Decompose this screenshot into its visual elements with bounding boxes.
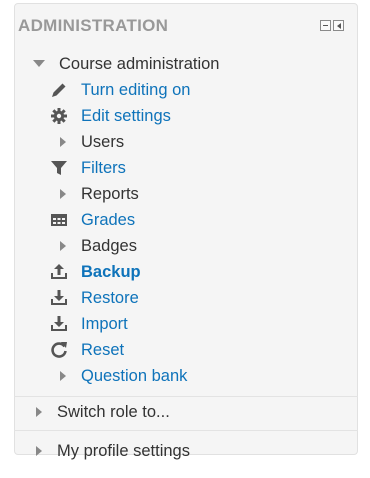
divider	[14, 430, 358, 431]
collapse-triangle-icon	[33, 60, 45, 67]
course-administration-node[interactable]: Course administration	[0, 52, 370, 76]
users-node[interactable]: Users	[0, 130, 370, 154]
question-bank-label: Question bank	[81, 366, 188, 385]
import-label: Import	[81, 314, 128, 333]
switch-role-label: Switch role to...	[57, 402, 170, 421]
minimize-icon[interactable]	[320, 20, 331, 31]
turn-editing-on-label: Turn editing on	[81, 80, 191, 99]
restore-link[interactable]: Restore	[0, 286, 370, 310]
my-profile-settings-label: My profile settings	[57, 441, 190, 460]
restore-label: Restore	[81, 288, 139, 307]
users-label: Users	[81, 132, 125, 151]
filters-label: Filters	[81, 158, 126, 177]
edit-settings-label: Edit settings	[81, 106, 171, 125]
expand-triangle-icon	[36, 407, 42, 417]
download-icon	[51, 290, 67, 305]
question-bank-node[interactable]: Question bank	[0, 364, 370, 388]
reports-label: Reports	[81, 184, 139, 203]
refresh-icon	[51, 342, 67, 358]
expand-triangle-icon	[60, 241, 66, 251]
gear-icon	[51, 108, 67, 124]
expand-triangle-icon	[60, 371, 66, 381]
filter-icon	[51, 161, 67, 175]
pencil-icon	[52, 83, 66, 97]
import-link[interactable]: Import	[0, 312, 370, 336]
expand-triangle-icon	[60, 137, 66, 147]
dock-icon[interactable]	[333, 20, 344, 31]
divider	[14, 396, 358, 397]
backup-label: Backup	[81, 262, 141, 281]
turn-editing-on-link[interactable]: Turn editing on	[0, 78, 370, 102]
badges-label: Badges	[81, 236, 137, 255]
filters-link[interactable]: Filters	[0, 156, 370, 180]
grades-table-icon	[51, 214, 67, 226]
reset-link[interactable]: Reset	[0, 338, 370, 362]
edit-settings-link[interactable]: Edit settings	[0, 104, 370, 128]
my-profile-settings-node[interactable]: My profile settings	[0, 439, 370, 463]
badges-node[interactable]: Badges	[0, 234, 370, 258]
expand-triangle-icon	[36, 446, 42, 456]
grades-label: Grades	[81, 210, 136, 229]
block-title: ADMINISTRATION	[18, 16, 169, 35]
expand-triangle-icon	[60, 189, 66, 199]
grades-link[interactable]: Grades	[0, 208, 370, 232]
switch-role-node[interactable]: Switch role to...	[0, 400, 370, 424]
course-administration-label: Course administration	[59, 54, 220, 73]
download-icon	[51, 316, 67, 331]
upload-icon	[51, 264, 67, 279]
reports-node[interactable]: Reports	[0, 182, 370, 206]
reset-label: Reset	[81, 340, 125, 359]
block-header: ADMINISTRATION	[18, 16, 344, 38]
backup-link[interactable]: Backup	[0, 260, 370, 284]
